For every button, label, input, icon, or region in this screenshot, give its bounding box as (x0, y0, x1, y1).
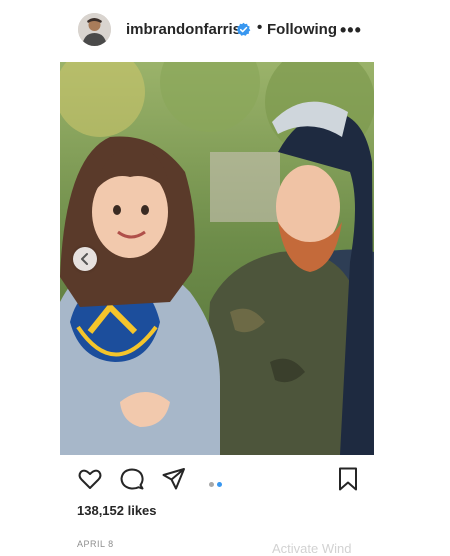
heart-icon[interactable] (77, 466, 103, 492)
post-photo[interactable] (60, 62, 374, 455)
avatar[interactable] (78, 13, 111, 46)
username-link[interactable]: imbrandonfarris (126, 21, 241, 38)
avatar-image (78, 13, 111, 46)
more-options-icon[interactable]: ••• (340, 20, 362, 41)
carousel-dot (209, 482, 214, 487)
action-bar (0, 462, 450, 498)
carousel-indicator (209, 474, 225, 492)
photo-scene (60, 62, 374, 455)
comment-bubble-icon[interactable] (119, 466, 145, 492)
verified-badge-icon (236, 22, 251, 36)
carousel-prev-button[interactable] (73, 247, 97, 271)
carousel-dot-active (217, 482, 222, 487)
os-activation-watermark: Activate Wind (272, 541, 352, 556)
post-header: imbrandonfarris • Following ••• (0, 0, 450, 60)
chevron-left-icon (81, 253, 88, 265)
paper-plane-icon[interactable] (161, 466, 187, 492)
bookmark-icon[interactable] (335, 466, 361, 492)
separator-dot: • (257, 19, 263, 36)
following-button[interactable]: Following (267, 21, 337, 38)
likes-count[interactable]: 138,152 likes (77, 503, 157, 518)
post-date: APRIL 8 (77, 539, 114, 549)
